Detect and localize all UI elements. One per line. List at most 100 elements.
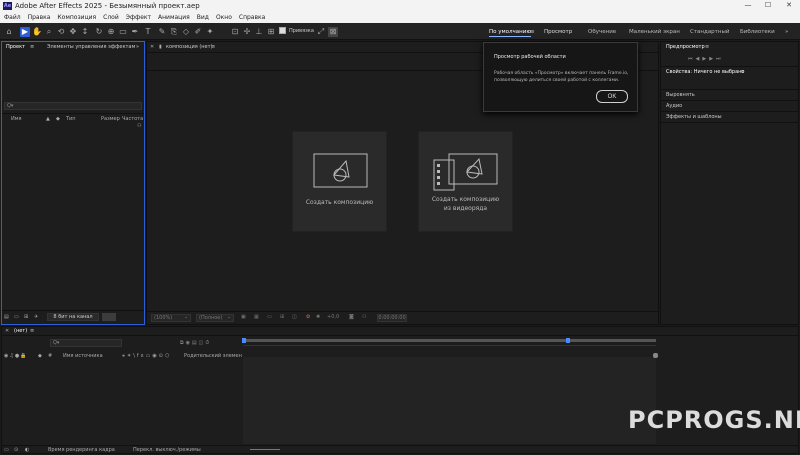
time-ruler[interactable]	[243, 345, 656, 353]
pen-tool-icon[interactable]: ✒	[130, 27, 140, 37]
pan-tool-icon[interactable]: ✥	[68, 27, 78, 37]
work-area-start-handle[interactable]	[242, 338, 246, 343]
close-tab-icon[interactable]: ✕	[5, 328, 9, 334]
tab-timeline[interactable]: (нет)	[14, 328, 27, 334]
trash-icon[interactable]	[102, 313, 116, 321]
workspace-small-screen[interactable]: Маленький экран	[629, 27, 680, 37]
new-comp-from-footage-button[interactable]: Создать композицию из видеоряда	[418, 131, 513, 232]
timeline-track-area[interactable]	[243, 357, 656, 444]
workspace-menu-icon[interactable]: ≡	[530, 27, 535, 37]
tab-properties[interactable]: Свойства: Ничего не выбрано	[666, 69, 745, 75]
popup-ok-button[interactable]: OK	[596, 90, 628, 103]
home-icon[interactable]: ⌂	[4, 27, 14, 37]
region-of-interest-icon[interactable]: ▣	[241, 314, 246, 320]
pin-icon[interactable]: ✈	[34, 314, 38, 320]
mask-tool-icon[interactable]: ▭	[118, 27, 128, 37]
maximize-icon[interactable]: ☐	[760, 1, 776, 9]
new-comp-icon[interactable]: ⊞	[24, 314, 28, 320]
zoom-tool-icon[interactable]: ⌕	[44, 27, 54, 37]
project-menu-icon[interactable]: ≡	[30, 44, 34, 50]
transparency-grid-icon[interactable]: ▦	[254, 314, 259, 320]
column-frame-rate[interactable]: Частота ...	[122, 116, 144, 122]
clone-tool-icon[interactable]: ⎘	[169, 27, 179, 37]
snap-checkbox[interactable]	[279, 27, 286, 34]
menu-layer[interactable]: Слой	[103, 14, 119, 21]
zoom-slider[interactable]	[250, 449, 280, 450]
menu-help[interactable]: Справка	[239, 14, 265, 21]
workspace-review[interactable]: Просмотр	[544, 27, 572, 37]
work-area-end-handle[interactable]	[566, 338, 570, 343]
zoom-slider-icon[interactable]	[653, 353, 658, 358]
lock-icon[interactable]: ▮	[159, 44, 162, 50]
guides-icon[interactable]: ⊞	[280, 314, 284, 320]
timeline-menu-icon[interactable]: ≡	[30, 328, 34, 334]
project-search-input[interactable]: Q▾	[4, 102, 142, 110]
workspace-more-icon[interactable]: »	[785, 27, 788, 37]
timecode-display[interactable]: 0:00:00:00	[377, 314, 407, 322]
sort-icon[interactable]: ▲	[46, 116, 50, 122]
toggle-switches-modes[interactable]: Перекл. выключ./режимы	[133, 447, 201, 453]
selection-tool-icon[interactable]: ▶	[20, 27, 30, 37]
snap-options-icon[interactable]: ⤢	[316, 27, 326, 37]
workspace-standard[interactable]: Стандартный	[690, 27, 729, 37]
color-management-icon[interactable]: ✿	[306, 314, 310, 320]
work-area-bar[interactable]	[243, 339, 656, 342]
snap-grid-icon[interactable]: ⊠	[328, 27, 338, 37]
puppet-tool-icon[interactable]: ✦	[205, 27, 215, 37]
show-snapshot-icon[interactable]: ⚇	[362, 314, 366, 320]
preview-menu-icon[interactable]: ≡	[705, 44, 709, 50]
anchor-tool-icon[interactable]: ⊕	[106, 27, 116, 37]
3d-world-icon[interactable]: ⊞	[266, 27, 276, 37]
properties-menu-icon[interactable]: ≡	[740, 69, 744, 75]
close-icon[interactable]: ✕	[781, 1, 797, 9]
label-column-icon[interactable]: ◆	[56, 116, 60, 122]
menu-composition[interactable]: Композиция	[57, 14, 96, 21]
3d-axis-icon[interactable]: ✢	[242, 27, 252, 37]
panel-align[interactable]: Выровнять	[666, 92, 695, 98]
switch-column-icons[interactable]: ⚹✶\fx▭◉⊙⬡	[122, 353, 171, 359]
column-size[interactable]: Размер	[101, 116, 120, 122]
3d-local-icon[interactable]: ⊥	[254, 27, 264, 37]
3d-ground-icon[interactable]: ⊡	[230, 27, 240, 37]
flowchart-icon[interactable]: ⚇	[137, 123, 141, 129]
snapshot-icon[interactable]: ◙	[349, 314, 354, 320]
timeline-switches[interactable]: ⧉◉▤◫⏱	[180, 340, 211, 346]
new-folder-icon[interactable]: ▭	[14, 314, 19, 320]
dolly-tool-icon[interactable]: ↕	[80, 27, 90, 37]
orbit-tool-icon[interactable]: ⟲	[56, 27, 66, 37]
motion-blur-icon[interactable]: ⊙	[14, 447, 18, 453]
menu-view[interactable]: Вид	[197, 14, 209, 21]
minimize-icon[interactable]: —	[740, 1, 756, 9]
column-type[interactable]: Тип	[66, 116, 76, 122]
new-composition-button[interactable]: Создать композицию	[292, 131, 387, 232]
brush-tool-icon[interactable]: ✎	[157, 27, 167, 37]
workspace-libraries[interactable]: Библиотеки	[740, 27, 775, 37]
menu-file[interactable]: Файл	[4, 14, 21, 21]
eraser-tool-icon[interactable]: ◇	[181, 27, 191, 37]
comp-mini-icon[interactable]: ▭	[4, 447, 9, 453]
timeline-search-input[interactable]: Q▾	[50, 339, 122, 347]
tab-preview[interactable]: Предпросмотр	[666, 44, 705, 50]
source-name-header[interactable]: Имя источника	[63, 353, 103, 359]
mask-visibility-icon[interactable]: ▭	[267, 314, 272, 320]
exposure-value[interactable]: +0,0	[327, 314, 339, 320]
panel-overflow-icon[interactable]: »	[136, 44, 139, 50]
exposure-reset-icon[interactable]: ✺	[316, 314, 320, 320]
menu-animation[interactable]: Анимация	[158, 14, 190, 21]
type-tool-icon[interactable]: T	[143, 27, 153, 37]
playback-controls[interactable]: ⏮◀▶▶⏭	[688, 56, 724, 62]
tab-project[interactable]: Проект	[6, 44, 25, 50]
close-tab-icon[interactable]: ✕	[150, 44, 154, 50]
parent-header[interactable]: Родительский элемент и...	[184, 353, 242, 359]
workspace-learn[interactable]: Обучение	[588, 27, 616, 37]
tab-effect-controls[interactable]: Элементы управления эффектами (нет)	[47, 44, 135, 50]
workspace-default[interactable]: По умолчанию	[489, 27, 531, 37]
column-name[interactable]: Имя	[11, 116, 22, 122]
comp-menu-icon[interactable]: ≡	[211, 44, 215, 50]
tab-composition[interactable]: композиция (нет)	[166, 44, 213, 50]
roto-tool-icon[interactable]: ✐	[193, 27, 203, 37]
chevron-down-icon[interactable]: ⌄	[227, 314, 231, 320]
layer-switch-icons[interactable]: ◉♫●🔒	[4, 353, 27, 359]
menu-edit[interactable]: Правка	[28, 14, 51, 21]
panel-audio[interactable]: Аудио	[666, 103, 682, 109]
